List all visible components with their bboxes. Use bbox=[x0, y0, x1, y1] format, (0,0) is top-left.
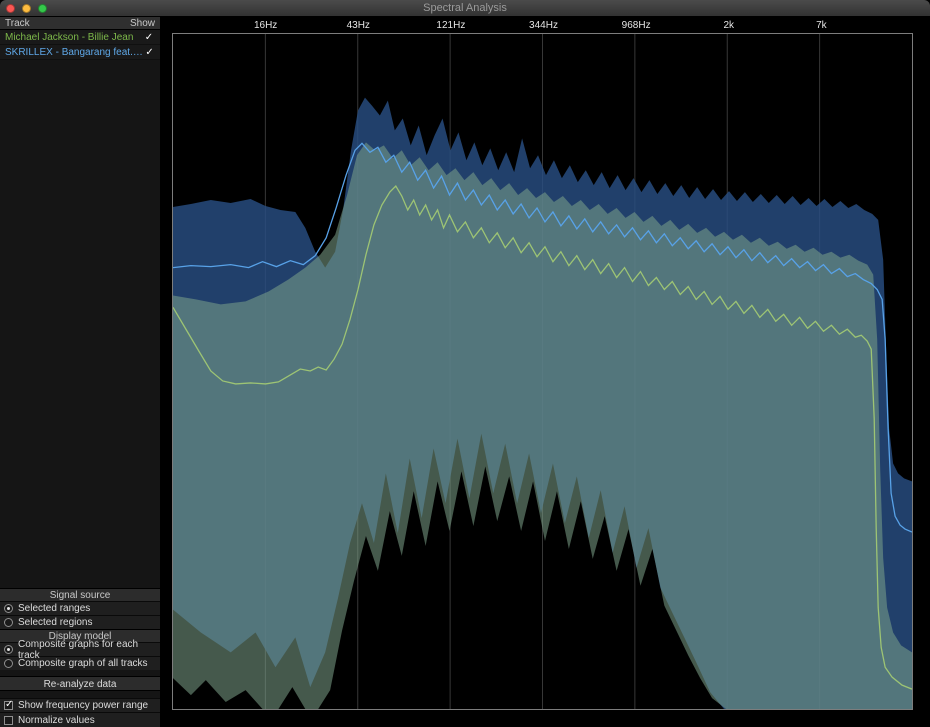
checkbox-icon[interactable] bbox=[4, 716, 13, 725]
radio-icon[interactable] bbox=[4, 645, 13, 654]
radio-selected-regions[interactable]: Selected regions bbox=[0, 615, 160, 629]
checkbox-label: Show frequency power range bbox=[18, 700, 148, 711]
track-name: SKRILLEX - Bangarang feat. Sirah bbox=[5, 47, 144, 58]
checkbox-label: Normalize values bbox=[18, 715, 95, 726]
show-track-checkbox[interactable] bbox=[144, 47, 155, 58]
radio-icon[interactable] bbox=[4, 618, 13, 627]
chart-area: 16Hz 43Hz 121Hz 344Hz 968Hz 2k 7k bbox=[161, 17, 930, 727]
radio-label: Selected ranges bbox=[18, 603, 90, 614]
track-column-label: Track bbox=[5, 18, 30, 29]
freq-tick-label: 121Hz bbox=[436, 20, 465, 31]
track-name: Michael Jackson - Billie Jean bbox=[5, 32, 133, 43]
checkbox-normalize-values[interactable]: Normalize values bbox=[0, 712, 160, 727]
title-bar: Spectral Analysis bbox=[0, 0, 930, 17]
radio-icon[interactable] bbox=[4, 604, 13, 613]
radio-label: Selected regions bbox=[18, 617, 93, 628]
reanalyze-data-button[interactable]: Re-analyze data bbox=[0, 676, 160, 691]
window-title: Spectral Analysis bbox=[0, 2, 930, 14]
track-list-header: Track Show bbox=[0, 17, 160, 30]
radio-label: Composite graph of all tracks bbox=[18, 658, 148, 669]
radio-selected-ranges[interactable]: Selected ranges bbox=[0, 601, 160, 615]
freq-tick-label: 16Hz bbox=[254, 20, 277, 31]
show-column-label: Show bbox=[130, 18, 155, 29]
zoom-button[interactable] bbox=[38, 4, 47, 13]
checkbox-show-frequency-power-range[interactable]: Show frequency power range bbox=[0, 698, 160, 712]
minimize-button[interactable] bbox=[22, 4, 31, 13]
spectrum-canvas[interactable] bbox=[173, 34, 912, 709]
frequency-axis: 16Hz 43Hz 121Hz 344Hz 968Hz 2k 7k bbox=[161, 17, 930, 33]
radio-icon[interactable] bbox=[4, 659, 13, 668]
traffic-lights bbox=[6, 4, 47, 13]
radio-composite-each-track[interactable]: Composite graphs for each track bbox=[0, 642, 160, 656]
track-row-bangarang[interactable]: SKRILLEX - Bangarang feat. Sirah bbox=[0, 45, 160, 60]
freq-tick-label: 43Hz bbox=[347, 20, 370, 31]
freq-tick-label: 968Hz bbox=[622, 20, 651, 31]
radio-composite-all-tracks[interactable]: Composite graph of all tracks bbox=[0, 656, 160, 670]
track-row-billie-jean[interactable]: Michael Jackson - Billie Jean bbox=[0, 30, 160, 45]
close-button[interactable] bbox=[6, 4, 15, 13]
freq-tick-label: 7k bbox=[816, 20, 827, 31]
spectrum-plot[interactable] bbox=[172, 33, 913, 710]
spectral-analysis-window: Spectral Analysis Track Show Michael Jac… bbox=[0, 0, 930, 727]
checkbox-icon[interactable] bbox=[4, 701, 13, 710]
sidebar-controls: Signal source Selected ranges Selected r… bbox=[0, 588, 160, 727]
freq-tick-label: 2k bbox=[723, 20, 734, 31]
signal-source-header: Signal source bbox=[0, 588, 160, 601]
show-track-checkbox[interactable] bbox=[143, 32, 155, 43]
freq-tick-label: 344Hz bbox=[529, 20, 558, 31]
sidebar: Track Show Michael Jackson - Billie Jean… bbox=[0, 17, 161, 727]
